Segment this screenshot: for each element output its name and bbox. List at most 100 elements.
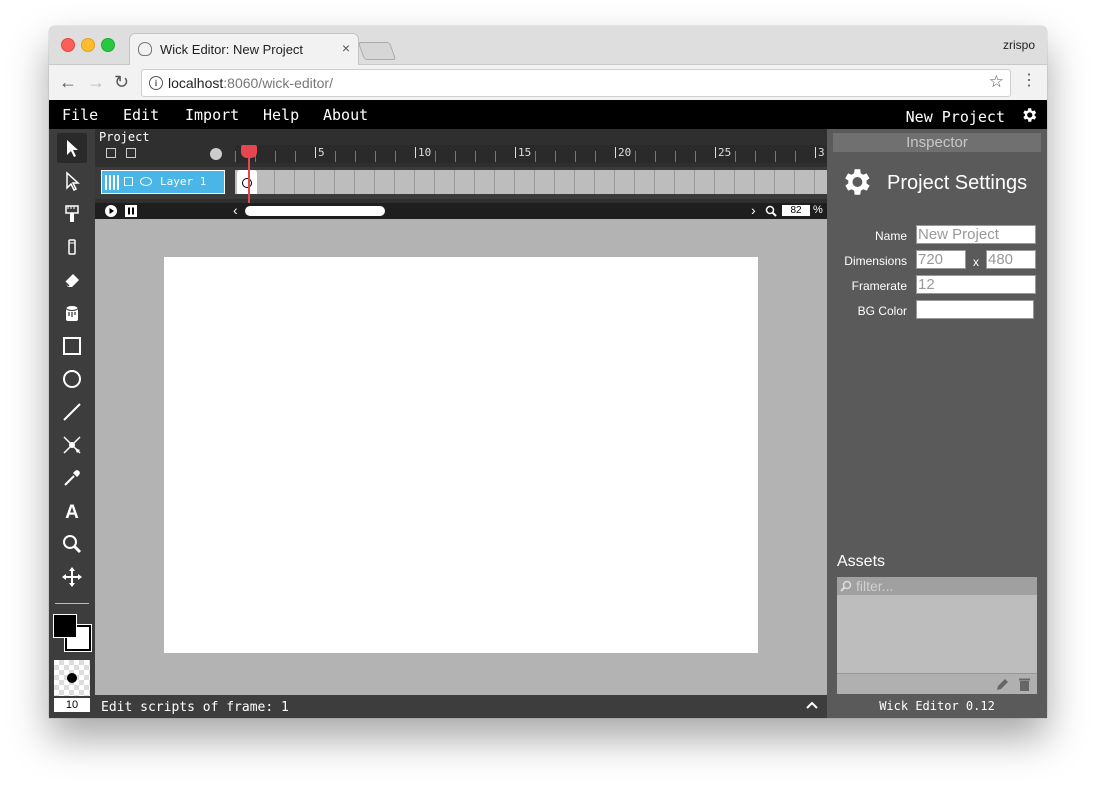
ruler-tick xyxy=(595,151,596,162)
timeline-title-bar: Project xyxy=(95,129,827,145)
eye-icon[interactable] xyxy=(140,177,152,186)
layer-drag-handle[interactable] xyxy=(105,175,119,190)
bg-color-field[interactable] xyxy=(916,300,1034,319)
ruler-tick-label: 5 xyxy=(318,146,325,159)
maximize-window-button[interactable] xyxy=(101,38,115,52)
ruler-tick xyxy=(515,147,516,158)
info-icon[interactable]: i xyxy=(149,76,163,90)
edit-asset-pencil-icon[interactable] xyxy=(995,677,1010,692)
profile-name[interactable]: zrispo xyxy=(1003,38,1035,52)
rectangle-tool-icon[interactable] xyxy=(57,331,87,361)
menu-about[interactable]: About xyxy=(323,106,368,124)
new-tab-button[interactable] xyxy=(357,42,397,60)
layer-buttons xyxy=(95,145,235,163)
ruler-tick xyxy=(715,147,716,158)
ruler-tick xyxy=(295,151,296,162)
inspector-title: Project Settings xyxy=(887,172,1028,194)
minimize-window-button[interactable] xyxy=(81,38,95,52)
layer-label[interactable]: Layer 1 xyxy=(101,170,225,194)
tool-palette: A 10 xyxy=(49,129,95,718)
delete-asset-trash-icon[interactable] xyxy=(1018,677,1031,692)
path-cursor-tool-icon[interactable] xyxy=(57,166,87,196)
project-name[interactable]: New Project xyxy=(906,108,1005,126)
browser-toolbar: ← → ↻ i localhost:8060/wick-editor/ ☆ ⋮ xyxy=(49,65,1047,101)
bookmark-star-icon[interactable]: ☆ xyxy=(989,72,1004,92)
tab-close-icon[interactable]: × xyxy=(342,40,350,56)
fill-bucket-tool-icon[interactable] xyxy=(57,298,87,328)
line-tool-icon[interactable] xyxy=(57,397,87,427)
timeline-ruler[interactable]: 5 10 15 20 25 3 xyxy=(235,145,827,163)
zoom-unit: % xyxy=(813,204,823,216)
zoom-input[interactable]: 82 xyxy=(782,205,810,216)
ruler-tick xyxy=(795,151,796,162)
name-field[interactable]: New Project xyxy=(916,225,1036,244)
browser-titlebar: Wick Editor: New Project × zrispo xyxy=(49,26,1047,65)
pause-icon[interactable] xyxy=(124,204,138,218)
brush-size-input[interactable]: 10 xyxy=(54,698,90,712)
ruler-tick-label: 25 xyxy=(718,146,732,159)
brush-tool-icon[interactable] xyxy=(57,199,87,229)
menu-file[interactable]: File xyxy=(62,106,98,124)
ruler-tick xyxy=(375,151,376,162)
timeline-controls: ‹ › 82 % xyxy=(95,202,827,219)
browser-menu-icon[interactable]: ⋮ xyxy=(1021,72,1037,90)
reload-icon[interactable]: ↻ xyxy=(114,72,129,92)
playhead-handle[interactable] xyxy=(241,145,257,158)
ruler-tick xyxy=(455,151,456,162)
forward-icon[interactable]: → xyxy=(87,72,105,92)
ellipse-tool-icon[interactable] xyxy=(57,364,87,394)
browser-tab[interactable]: Wick Editor: New Project × xyxy=(129,33,359,65)
assets-library: filter... xyxy=(837,577,1037,694)
menu-edit[interactable]: Edit xyxy=(123,106,159,124)
frame-strip[interactable] xyxy=(235,170,827,194)
eyedropper-tool-icon[interactable] xyxy=(57,463,87,493)
stroke-color-swatch[interactable] xyxy=(53,614,77,638)
width-field[interactable]: 720 xyxy=(916,250,966,269)
settings-gear-icon[interactable] xyxy=(1020,106,1038,129)
back-icon[interactable]: ← xyxy=(59,72,77,92)
scroll-right-icon[interactable]: › xyxy=(751,202,756,218)
cursor-tool-icon[interactable] xyxy=(57,133,87,163)
name-label: Name xyxy=(874,229,907,243)
pen-tool-icon[interactable] xyxy=(57,430,87,460)
tab-title: Wick Editor: New Project xyxy=(160,42,304,57)
timeline: Project 5 10 15 20 25 3 Layer 1 ‹ › 82 % xyxy=(95,129,827,219)
framerate-field[interactable]: 12 xyxy=(916,275,1036,294)
menu-import[interactable]: Import xyxy=(185,106,239,124)
asset-filter-input[interactable]: filter... xyxy=(837,577,1037,595)
ruler-tick xyxy=(395,151,396,162)
expand-scripts-chevron-icon[interactable] xyxy=(805,699,819,711)
text-tool-icon[interactable]: A xyxy=(57,496,87,526)
ruler-tick xyxy=(275,151,276,162)
menu-help[interactable]: Help xyxy=(263,106,299,124)
ruler-tick xyxy=(495,151,496,162)
pan-tool-icon[interactable] xyxy=(57,562,87,592)
add-layer-icon[interactable] xyxy=(106,148,116,158)
url-path: :8060/wick-editor/ xyxy=(223,75,333,91)
ruler-tick-label: 20 xyxy=(618,146,632,159)
pencil-tool-icon[interactable] xyxy=(57,232,87,262)
ruler-tick xyxy=(315,147,316,158)
lock-icon[interactable] xyxy=(124,177,133,186)
onion-skin-icon[interactable] xyxy=(210,148,222,160)
dimensions-separator: x xyxy=(973,255,979,269)
ruler-tick xyxy=(475,151,476,162)
height-field[interactable]: 480 xyxy=(986,250,1036,269)
timeline-scrollbar[interactable] xyxy=(245,206,385,216)
ruler-tick-label: 3 xyxy=(818,146,825,159)
delete-layer-icon[interactable] xyxy=(126,148,136,158)
browser-window: Wick Editor: New Project × zrispo ← → ↻ … xyxy=(49,26,1047,718)
filter-search-icon xyxy=(840,580,852,592)
project-canvas[interactable] xyxy=(164,257,758,653)
close-window-button[interactable] xyxy=(61,38,75,52)
frame-1[interactable] xyxy=(237,170,257,194)
version-label: Wick Editor 0.12 xyxy=(879,699,995,713)
ruler-tick-label: 10 xyxy=(418,146,432,159)
address-bar[interactable]: i localhost:8060/wick-editor/ ☆ xyxy=(141,69,1011,97)
eraser-tool-icon[interactable] xyxy=(57,265,87,295)
zoom-tool-icon[interactable] xyxy=(57,529,87,559)
scroll-left-icon[interactable]: ‹ xyxy=(233,202,238,218)
inspector-header: Inspector xyxy=(833,133,1041,152)
ruler-tick-label: 15 xyxy=(518,146,532,159)
play-icon[interactable] xyxy=(104,204,118,218)
